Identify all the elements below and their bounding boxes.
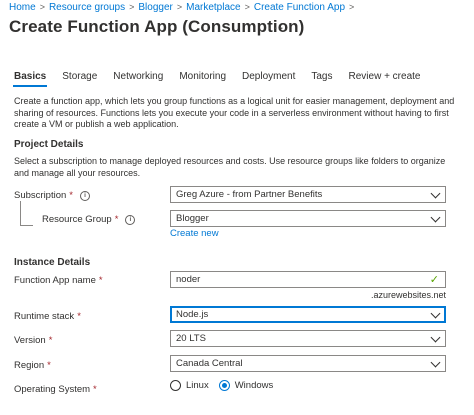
app-name-value: noder [176, 274, 201, 285]
project-details-description: Select a subscription to manage deployed… [14, 156, 446, 178]
required-mark: * [48, 335, 53, 346]
intro-text: Create a function app, which lets you gr… [14, 96, 455, 129]
radio-circle-icon[interactable] [170, 380, 181, 391]
required-mark: * [114, 214, 119, 225]
version-value: 20 LTS [176, 333, 206, 344]
required-mark: * [47, 360, 51, 371]
radio-selected-icon[interactable] [218, 380, 230, 391]
tab-review-create[interactable]: Review + create [349, 71, 421, 82]
tree-connector [20, 201, 33, 226]
os-radio-linux[interactable]: Linux [170, 380, 209, 391]
subscription-label: Subscription * i [14, 190, 90, 201]
tab-basics[interactable]: Basics [12, 71, 48, 87]
resource-group-label-text: Resource Group [42, 214, 112, 225]
subscription-value: Greg Azure - from Partner Benefits [176, 189, 323, 200]
subscription-label-text: Subscription [14, 190, 67, 201]
breadcrumb: Home > Resource groups > Blogger > Marketplace… [9, 2, 358, 13]
region-label-text: Region [14, 360, 45, 371]
os-option-linux: Linux [186, 380, 209, 391]
resource-group-select[interactable]: Blogger [170, 210, 446, 227]
resource-group-label: Resource Group * i [42, 214, 136, 225]
os-option-windows: Windows [234, 380, 274, 391]
required-mark: * [93, 384, 97, 395]
os-label: Operating System * [14, 384, 97, 395]
app-name-label: Function App name * [14, 275, 103, 286]
version-select[interactable]: 20 LTS [170, 330, 446, 347]
project-details-heading: Project Details [14, 139, 84, 150]
breadcrumb-home[interactable]: Home [9, 2, 36, 13]
breadcrumb-blogger[interactable]: Blogger [138, 2, 172, 13]
required-mark: * [69, 190, 73, 201]
info-icon[interactable]: i [125, 214, 136, 225]
version-label: Version * [14, 335, 52, 346]
runtime-label-text: Runtime stack [14, 311, 75, 322]
region-value: Canada Central [176, 358, 243, 369]
chevron-down-icon [430, 332, 441, 343]
resource-group-value: Blogger [176, 213, 209, 224]
tab-storage[interactable]: Storage [62, 71, 97, 82]
chevron-down-icon [430, 357, 441, 368]
runtime-stack-select[interactable]: Node.js [170, 306, 446, 323]
breadcrumb-resource-groups[interactable]: Resource groups [49, 2, 125, 13]
chevron-down-icon [430, 188, 441, 199]
breadcrumb-create-function-app[interactable]: Create Function App [254, 2, 345, 13]
version-label-text: Version [14, 335, 46, 346]
os-radio-windows[interactable]: Windows [218, 380, 274, 391]
tab-bar: Basics Storage Networking Monitoring Dep… [12, 71, 436, 87]
breadcrumb-separator: > [129, 2, 135, 12]
runtime-label: Runtime stack * [14, 311, 81, 322]
chevron-down-icon [430, 212, 441, 223]
tab-monitoring[interactable]: Monitoring [179, 71, 226, 82]
region-select[interactable]: Canada Central [170, 355, 446, 372]
page-title: Create Function App (Consumption) [9, 17, 305, 36]
breadcrumb-separator: > [349, 2, 355, 12]
app-name-input[interactable]: noder ✓ [170, 271, 446, 288]
os-radio-group: Linux Windows [170, 380, 283, 391]
app-name-suffix: .azurewebsites.net [370, 290, 446, 300]
runtime-value: Node.js [176, 309, 209, 320]
checkmark-icon: ✓ [429, 274, 439, 286]
breadcrumb-marketplace[interactable]: Marketplace [186, 2, 240, 13]
breadcrumb-separator: > [244, 2, 250, 12]
tab-networking[interactable]: Networking [113, 71, 163, 82]
chevron-down-icon [430, 308, 441, 319]
breadcrumb-separator: > [176, 2, 183, 12]
tab-tags[interactable]: Tags [311, 71, 332, 82]
info-icon[interactable]: i [79, 190, 90, 201]
breadcrumb-separator: > [39, 2, 45, 12]
os-label-text: Operating System [14, 384, 91, 395]
instance-details-heading: Instance Details [14, 257, 91, 268]
subscription-select[interactable]: Greg Azure - from Partner Benefits [170, 186, 446, 203]
region-label: Region * [14, 360, 51, 371]
required-mark: * [77, 311, 81, 322]
tab-deployment[interactable]: Deployment [242, 71, 295, 82]
required-mark: * [98, 275, 103, 286]
app-name-label-text: Function App name [14, 275, 96, 286]
create-new-link[interactable]: Create new [170, 228, 219, 239]
more-options-icon[interactable]: ··· [268, 19, 285, 35]
